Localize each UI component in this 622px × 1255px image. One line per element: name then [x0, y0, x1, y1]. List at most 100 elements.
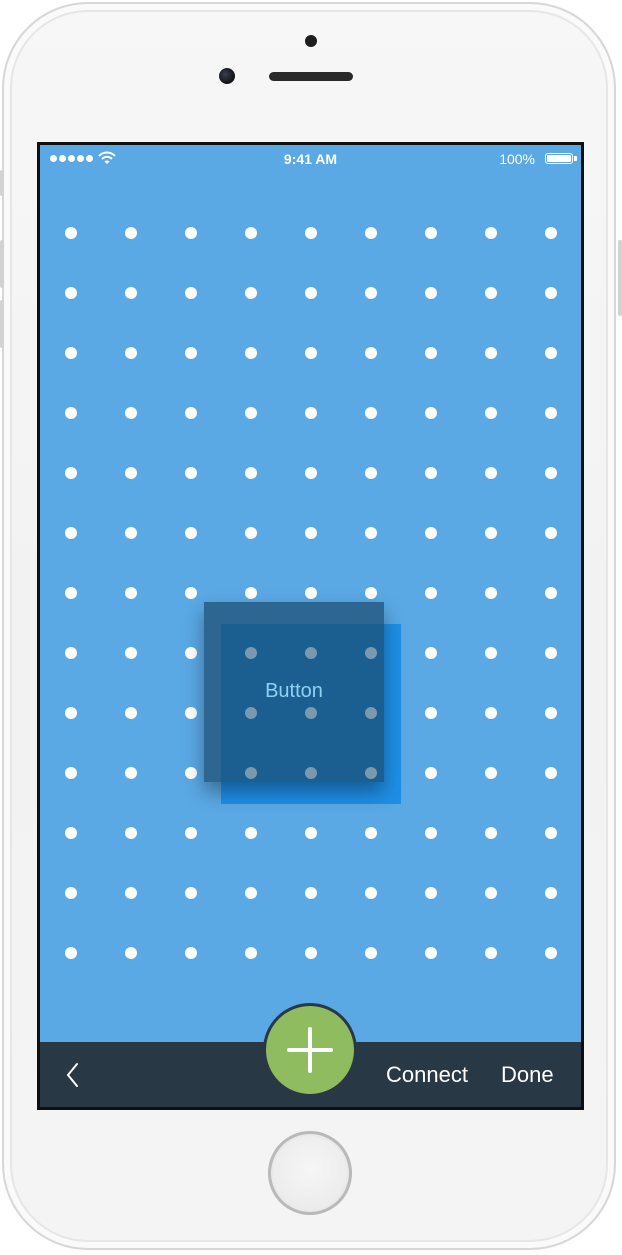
grid-dot [185, 407, 197, 419]
grid-dot [425, 467, 437, 479]
done-button[interactable]: Done [501, 1062, 554, 1088]
grid-dot [545, 467, 557, 479]
dot-grid-canvas[interactable] [40, 145, 581, 1045]
side-button-volume-down [0, 300, 4, 348]
grid-dot [245, 827, 257, 839]
grid-dot [425, 527, 437, 539]
grid-dot [185, 527, 197, 539]
grid-dot [305, 887, 317, 899]
widget-inner-dot [305, 647, 317, 659]
grid-dot [185, 887, 197, 899]
grid-dot [305, 347, 317, 359]
grid-dot [65, 347, 77, 359]
widget-inner-dot [305, 707, 317, 719]
side-button-volume-up [0, 240, 4, 288]
grid-dot [185, 827, 197, 839]
grid-dot [425, 827, 437, 839]
grid-dot [125, 287, 137, 299]
grid-dot [305, 587, 317, 599]
grid-dot [365, 947, 377, 959]
grid-dot [65, 707, 77, 719]
grid-dot [65, 647, 77, 659]
widget-inner-dot [245, 647, 257, 659]
connect-button[interactable]: Connect [386, 1062, 468, 1088]
grid-dot [125, 767, 137, 779]
grid-dot [185, 947, 197, 959]
grid-dot [245, 587, 257, 599]
grid-dot [245, 407, 257, 419]
grid-dot [305, 467, 317, 479]
grid-dot [305, 947, 317, 959]
grid-dot [305, 407, 317, 419]
grid-dot [425, 347, 437, 359]
grid-dot [485, 587, 497, 599]
side-button-mute [0, 170, 4, 196]
grid-dot [425, 947, 437, 959]
grid-dot [425, 587, 437, 599]
grid-dot [485, 827, 497, 839]
grid-dot [185, 647, 197, 659]
grid-dot [425, 767, 437, 779]
grid-dot [545, 347, 557, 359]
plus-icon-vertical [308, 1027, 312, 1073]
grid-dot [245, 467, 257, 479]
grid-dot [185, 767, 197, 779]
grid-dot [545, 767, 557, 779]
grid-dot [425, 647, 437, 659]
grid-dot [545, 827, 557, 839]
grid-dot [125, 887, 137, 899]
grid-dot [485, 467, 497, 479]
add-button[interactable] [263, 1003, 357, 1097]
widget-inner-dot [365, 647, 377, 659]
grid-dot [365, 287, 377, 299]
grid-dot [65, 767, 77, 779]
grid-dot [485, 347, 497, 359]
grid-dot [245, 887, 257, 899]
draggable-button-widget[interactable]: Button [204, 602, 384, 782]
grid-dot [185, 227, 197, 239]
grid-dot [545, 287, 557, 299]
screen: 9:41 AM 100% Button Connect Done [40, 145, 581, 1107]
proximity-sensor [305, 35, 317, 47]
grid-dot [305, 827, 317, 839]
earpiece-speaker [269, 72, 353, 81]
grid-dot [365, 827, 377, 839]
grid-dot [485, 887, 497, 899]
widget-inner-dot [365, 767, 377, 779]
grid-dot [185, 287, 197, 299]
grid-dot [125, 827, 137, 839]
grid-dot [485, 647, 497, 659]
add-button-circle [266, 1006, 354, 1094]
chevron-left-icon[interactable] [62, 1060, 84, 1090]
grid-dot [425, 707, 437, 719]
grid-dot [125, 947, 137, 959]
grid-dot [545, 887, 557, 899]
grid-dot [245, 947, 257, 959]
grid-dot [485, 407, 497, 419]
grid-dot [125, 707, 137, 719]
grid-dot [485, 947, 497, 959]
side-button-power [618, 240, 622, 316]
grid-dot [365, 587, 377, 599]
widget-inner-dot [245, 767, 257, 779]
grid-dot [185, 587, 197, 599]
grid-dot [365, 467, 377, 479]
grid-dot [305, 527, 317, 539]
grid-dot [185, 347, 197, 359]
grid-dot [245, 227, 257, 239]
home-button[interactable] [268, 1131, 352, 1215]
grid-dot [545, 527, 557, 539]
grid-dot [425, 887, 437, 899]
grid-dot [245, 347, 257, 359]
grid-dot [125, 347, 137, 359]
grid-dot [545, 407, 557, 419]
grid-dot [65, 287, 77, 299]
grid-dot [425, 227, 437, 239]
grid-dot [305, 227, 317, 239]
grid-dot [245, 527, 257, 539]
grid-dot [245, 287, 257, 299]
grid-dot [125, 527, 137, 539]
grid-dot [65, 407, 77, 419]
grid-dot [425, 287, 437, 299]
grid-dot [65, 527, 77, 539]
